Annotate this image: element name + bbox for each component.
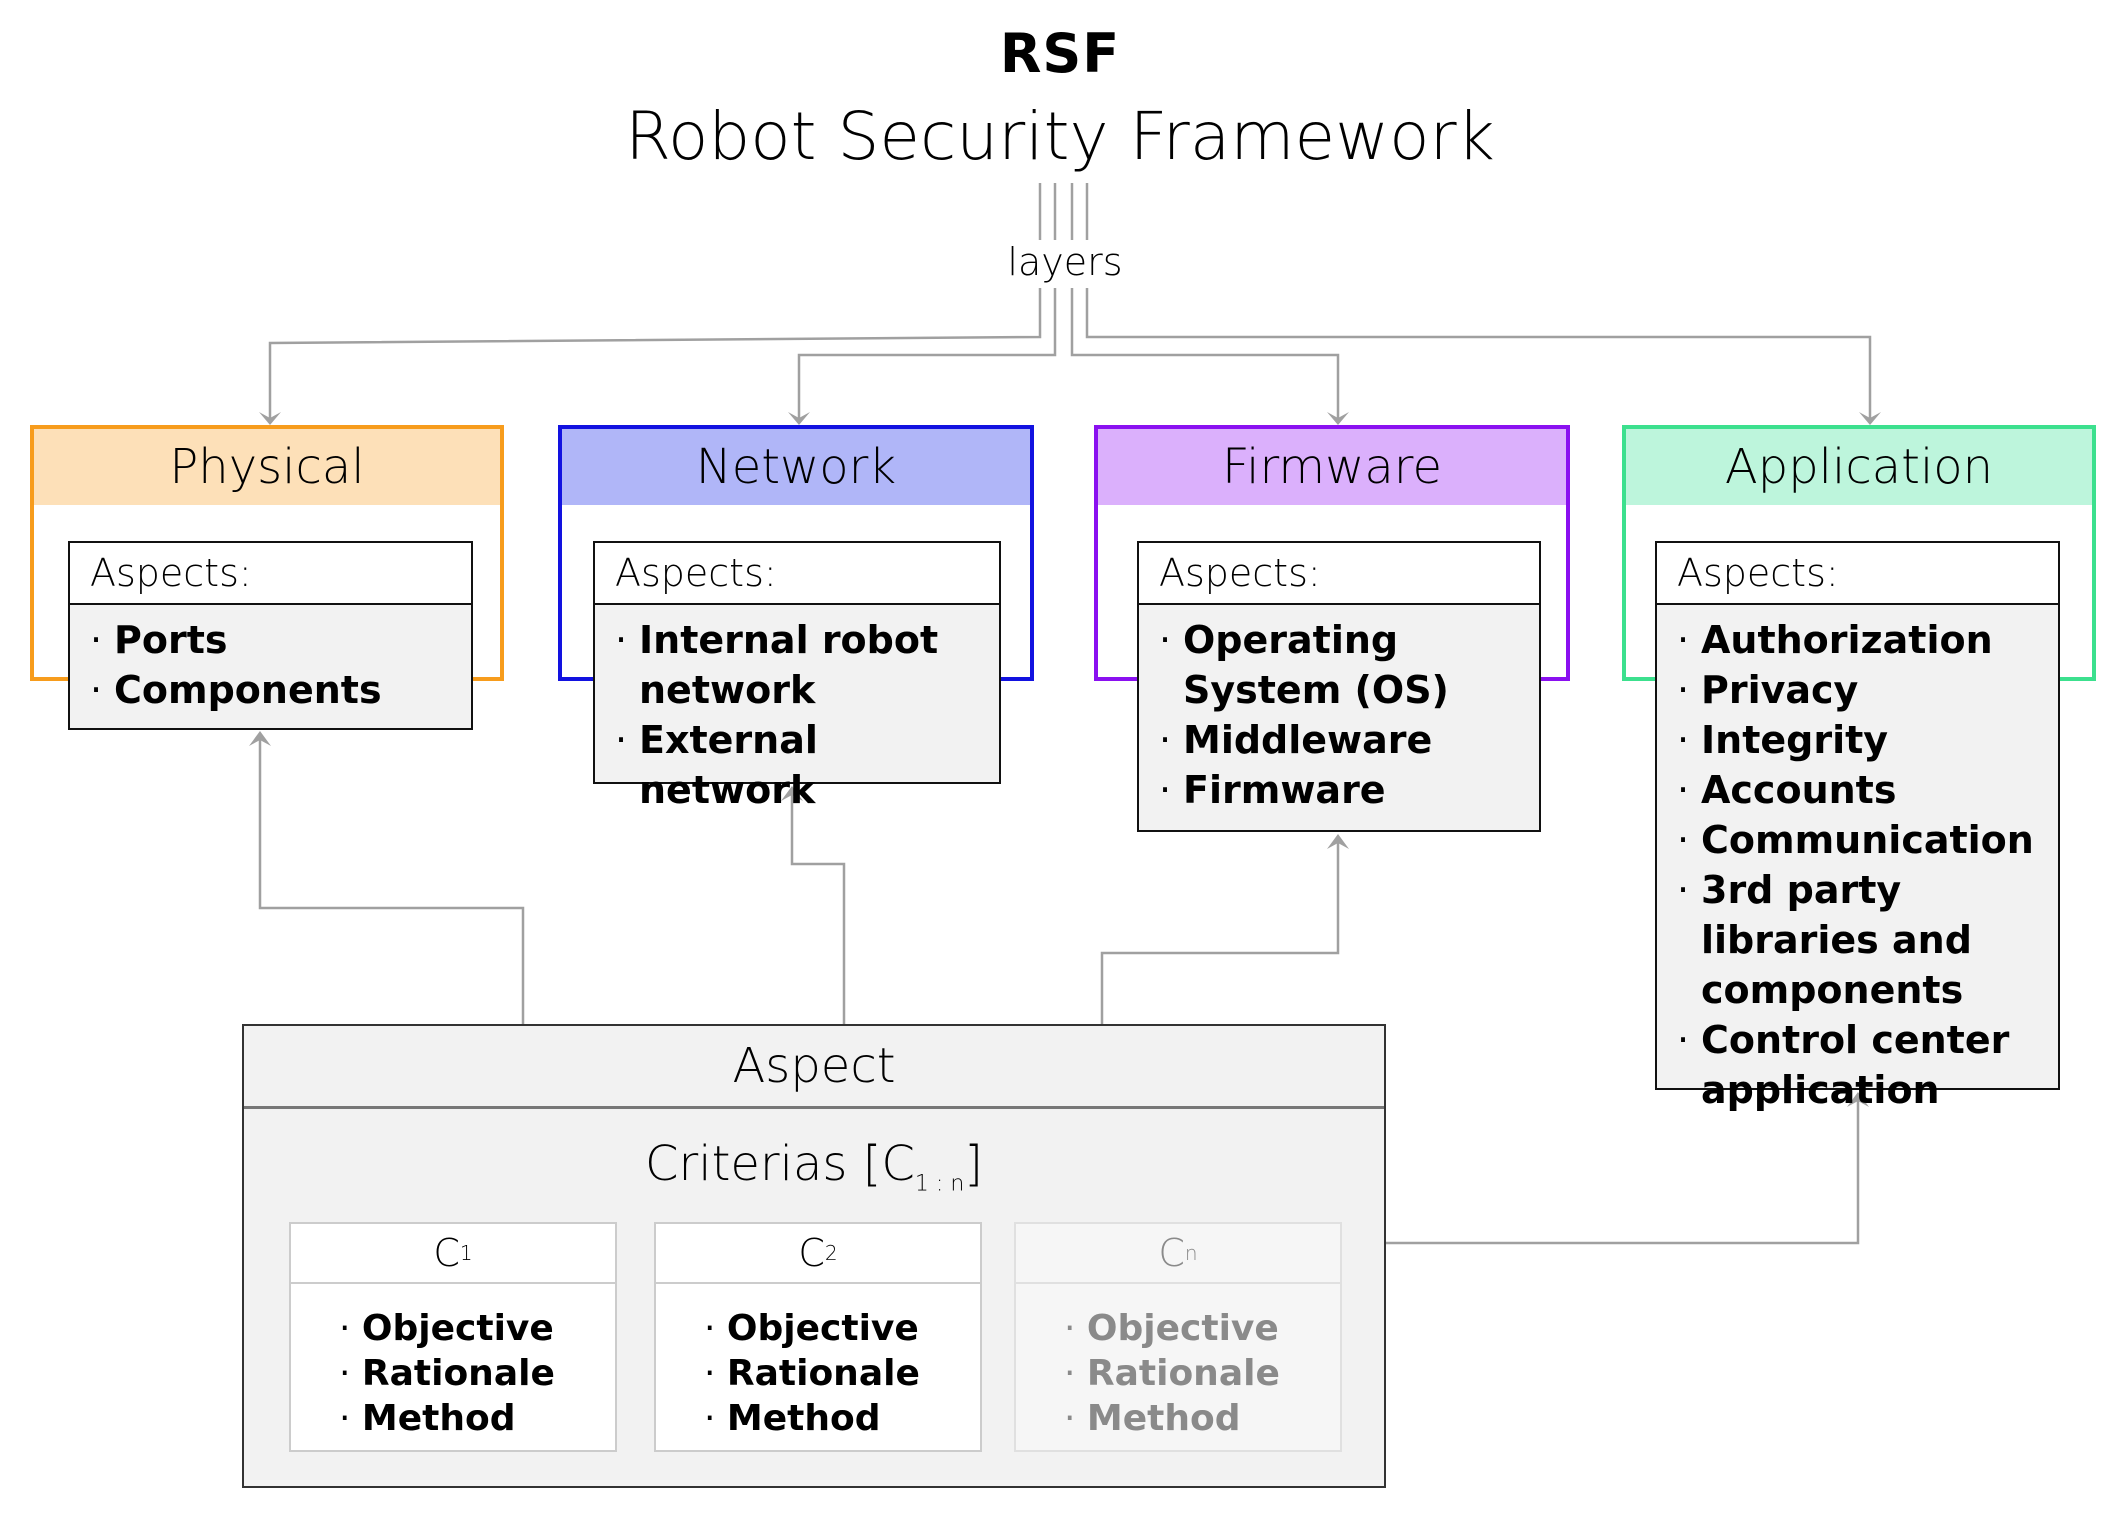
criteria-base: C — [798, 1231, 825, 1275]
aspects-box-physical: Aspects: Ports Components — [68, 541, 473, 730]
criteria-header: C1 — [291, 1224, 615, 1284]
aspect-to-network — [790, 795, 846, 1024]
criteria-sub: 1 — [459, 1241, 473, 1265]
criteria-header: C2 — [656, 1224, 980, 1284]
criterias-close: ] — [964, 1136, 983, 1192]
arrowhead-aspect-physical — [249, 731, 271, 746]
aspect-to-physical — [258, 740, 525, 1024]
layer-header-application: Application — [1626, 429, 2092, 505]
criteria-item: Objective — [704, 1306, 980, 1351]
aspects-list: Operating System (OS) Middleware Firmwar… — [1139, 605, 1539, 829]
criteria-card-1: C1 Objective Rationale Method — [289, 1222, 617, 1452]
criteria-sub: n — [1184, 1241, 1198, 1265]
connector-to-firmware — [1070, 288, 1340, 418]
criteria-base: C — [433, 1231, 460, 1275]
arrowhead-firmware — [1327, 412, 1349, 425]
aspects-label: Aspects: — [70, 543, 471, 605]
criterias-base: C — [881, 1136, 915, 1192]
connector-to-network — [797, 288, 1057, 418]
criteria-item: Method — [1064, 1396, 1340, 1441]
criteria-item: Objective — [339, 1306, 615, 1351]
aspect-item: Communication — [1677, 815, 2044, 865]
arrowhead-physical — [259, 412, 281, 425]
aspect-item: 3rd party libraries and components — [1677, 865, 2044, 1015]
aspects-box-network: Aspects: Internal robot network External… — [593, 541, 1001, 812]
aspects-label: Aspects: — [1139, 543, 1539, 605]
aspect-item: Operating System (OS) — [1159, 615, 1525, 715]
layer-header-physical: Physical — [34, 429, 500, 505]
criteria-items: Objective Rationale Method — [1016, 1284, 1340, 1441]
criteria-header: Cn — [1016, 1224, 1340, 1284]
title-abbreviation: RSF — [999, 22, 1121, 85]
criterias-label: Criterias [C1 : n] — [244, 1136, 1384, 1197]
criterias-sub: 1 : n — [914, 1171, 965, 1197]
criteria-item: Method — [704, 1396, 980, 1441]
arrowhead-application — [1859, 412, 1881, 425]
aspect-item: Middleware — [1159, 715, 1525, 765]
arrowhead-network — [788, 412, 810, 425]
aspects-box-firmware: Aspects: Operating System (OS) Middlewar… — [1137, 541, 1541, 832]
criteria-card-n: Cn Objective Rationale Method — [1014, 1222, 1342, 1452]
aspect-item: Integrity — [1677, 715, 2044, 765]
criteria-items: Objective Rationale Method — [291, 1284, 615, 1441]
aspect-item: Firmware — [1159, 765, 1525, 815]
aspect-item: Control center application — [1677, 1015, 2044, 1115]
criteria-card-2: C2 Objective Rationale Method — [654, 1222, 982, 1452]
criterias-text: Criterias [ — [644, 1136, 882, 1192]
criteria-item: Rationale — [339, 1351, 615, 1396]
criteria-item: Method — [339, 1396, 615, 1441]
aspects-list: Ports Components — [70, 605, 471, 729]
connector-to-physical — [268, 288, 1042, 418]
criteria-item: Objective — [1064, 1306, 1340, 1351]
aspect-to-firmware — [1100, 843, 1340, 1024]
layer-header-firmware: Firmware — [1098, 429, 1566, 505]
aspect-item: Components — [90, 665, 457, 715]
criteria-item: Rationale — [1064, 1351, 1340, 1396]
aspects-label: Aspects: — [595, 543, 999, 605]
aspect-item: Accounts — [1677, 765, 2044, 815]
aspect-item: Ports — [90, 615, 457, 665]
aspects-box-application: Aspects: Authorization Privacy Integrity… — [1655, 541, 2060, 1112]
aspect-item: Privacy — [1677, 665, 2044, 715]
layers-label: layers — [1000, 240, 1130, 284]
aspect-item: Internal robot network — [615, 615, 985, 715]
criteria-sub: 2 — [824, 1241, 838, 1265]
connector-to-application — [1085, 288, 1872, 418]
aspect-item: Authorization — [1677, 615, 2044, 665]
criteria-item: Rationale — [704, 1351, 980, 1396]
aspect-box: Aspect Criterias [C1 : n] C1 Objective R… — [242, 1024, 1386, 1488]
aspects-list: Authorization Privacy Integrity Accounts… — [1657, 605, 2058, 1129]
layer-header-network: Network — [562, 429, 1030, 505]
aspects-list: Internal robot network External network — [595, 605, 999, 829]
criteria-items: Objective Rationale Method — [656, 1284, 980, 1441]
aspect-item: External network — [615, 715, 985, 815]
aspects-label: Aspects: — [1657, 543, 2058, 605]
arrowhead-aspect-firmware — [1327, 834, 1349, 849]
title-full: Robot Security Framework — [625, 98, 1495, 175]
criteria-base: C — [1158, 1231, 1185, 1275]
aspect-title: Aspect — [244, 1026, 1384, 1109]
